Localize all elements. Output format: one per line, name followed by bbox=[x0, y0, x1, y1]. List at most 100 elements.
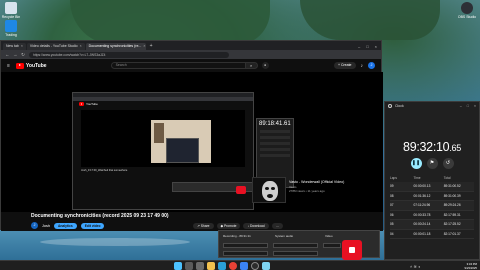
video-title: Documenting synchronicities (record 2025… bbox=[31, 213, 169, 219]
eye-shape bbox=[271, 187, 275, 190]
recording-status: Recording - 89:31:11 bbox=[223, 234, 251, 238]
tab-youtube-studio[interactable]: Video details - YouTube Studio × bbox=[26, 43, 85, 50]
explorer-icon[interactable] bbox=[207, 262, 215, 270]
forward-icon[interactable]: → bbox=[13, 52, 18, 57]
tab-new-tab[interactable]: New tab × bbox=[3, 43, 26, 50]
nested-lap-row bbox=[260, 130, 290, 133]
tab-label: Documenting synchronicities (re... bbox=[88, 44, 142, 48]
recommended-thumbnail[interactable] bbox=[252, 177, 286, 203]
pause-button[interactable]: ❚❚ bbox=[410, 158, 422, 169]
task-view-icon[interactable] bbox=[196, 262, 204, 270]
analytics-button[interactable]: Analytics bbox=[54, 222, 77, 229]
laps-col-header: Total bbox=[443, 176, 451, 180]
nested-door bbox=[154, 123, 164, 143]
search-icon[interactable] bbox=[185, 262, 193, 270]
level-meter bbox=[223, 251, 268, 256]
chrome-icon[interactable] bbox=[229, 262, 237, 270]
tab-video[interactable]: Documenting synchronicities (re... × bbox=[85, 43, 146, 50]
create-button[interactable]: + Create bbox=[333, 62, 356, 69]
edge-icon[interactable] bbox=[218, 262, 226, 270]
youtube-header: ≡ YouTube Search ⌕ ● + Create ♪ J bbox=[1, 59, 381, 72]
channel-avatar[interactable]: J bbox=[31, 222, 38, 229]
maximize-button[interactable]: □ bbox=[366, 43, 368, 50]
lap-button[interactable]: ⚑ bbox=[426, 158, 438, 169]
mic-icon[interactable]: ● bbox=[261, 62, 269, 69]
laps-body: 09 00:00:00.13 89:31:00.52 08 00:01:36.12 89… bbox=[390, 182, 474, 239]
nested-youtube-header: YouTube bbox=[73, 101, 253, 107]
share-button[interactable]: ↗ Share bbox=[193, 222, 214, 229]
taskbar-clock[interactable]: 3:34 PM 9/23/2025 bbox=[465, 262, 477, 270]
system-tray[interactable]: ˄ ≋ ◖ bbox=[410, 264, 420, 269]
stopwatch-main: 89:32:10 bbox=[403, 140, 450, 154]
lap-row: 09 00:00:00.13 89:31:00.52 bbox=[390, 182, 474, 192]
nested-lap-row bbox=[260, 148, 290, 151]
close-window-button[interactable]: × bbox=[375, 43, 377, 50]
search-input[interactable]: Search bbox=[110, 62, 246, 69]
maximize-button[interactable]: □ bbox=[467, 104, 469, 108]
lap-row: 06 00:00:33.78 82:17:59.31 bbox=[390, 211, 474, 220]
logo-text: YouTube bbox=[25, 62, 47, 69]
close-icon[interactable]: × bbox=[80, 44, 82, 48]
reset-icon: ↺ bbox=[445, 160, 451, 166]
nested-record-button bbox=[236, 186, 246, 194]
tab-label: Video details - YouTube Studio bbox=[29, 44, 78, 48]
level-meter bbox=[323, 243, 341, 248]
desktop-icon-obs-studio[interactable]: OBS Studio bbox=[456, 2, 478, 19]
obs-taskbar-icon[interactable] bbox=[251, 262, 259, 270]
chevron-up-icon[interactable]: ˄ bbox=[410, 264, 412, 269]
more-button[interactable]: … bbox=[271, 222, 283, 229]
share-label: Share bbox=[200, 223, 210, 228]
system-audio-toggle[interactable]: System audio bbox=[273, 232, 293, 240]
nested-logo-text: YouTube bbox=[86, 102, 98, 106]
level-meter bbox=[223, 243, 268, 248]
edit-video-button[interactable]: Edit video bbox=[80, 222, 105, 229]
close-window-button[interactable]: × bbox=[474, 104, 476, 108]
start-icon[interactable] bbox=[174, 262, 182, 270]
recommended-info[interactable]: Vasto - Wonderwall (Official Video) Vast… bbox=[289, 180, 359, 194]
channel-name[interactable]: Josh bbox=[42, 224, 50, 228]
video-info: Documenting synchronicities (record 2025… bbox=[1, 212, 383, 231]
close-icon[interactable]: × bbox=[143, 44, 145, 48]
trading-app-icon bbox=[5, 20, 17, 32]
address-bar-row: ← → ↻ https://www.youtube.com/watch?v=L7… bbox=[1, 50, 381, 59]
video-toggle[interactable]: Video bbox=[323, 232, 333, 240]
search-button[interactable]: ⌕ bbox=[245, 62, 258, 69]
minimize-button[interactable]: – bbox=[358, 43, 360, 50]
nested-room-scene bbox=[151, 120, 211, 163]
lap-row: 07 07:11:24.96 89:29:24.26 bbox=[390, 201, 474, 211]
clock-taskbar-icon[interactable] bbox=[262, 262, 270, 270]
stop-recording-button[interactable] bbox=[342, 240, 362, 260]
reset-button[interactable]: ↺ bbox=[442, 158, 454, 169]
desktop-icon-recycle-bin[interactable]: Recycle Bin bbox=[0, 2, 22, 19]
pause-icon: ❚❚ bbox=[411, 160, 421, 166]
wallpaper-foam bbox=[40, 238, 190, 246]
store-icon[interactable] bbox=[240, 262, 248, 270]
window-controls: – □ × bbox=[358, 43, 381, 50]
youtube-play-icon bbox=[79, 102, 84, 106]
tab-strip: New tab × Video details - YouTube Studio ×… bbox=[1, 41, 381, 50]
new-tab-button[interactable]: + bbox=[147, 43, 156, 50]
avatar[interactable]: J bbox=[368, 62, 375, 69]
level-meter bbox=[273, 243, 318, 248]
download-button[interactable]: ↓ Download bbox=[243, 222, 269, 229]
wifi-icon[interactable]: ≋ bbox=[413, 264, 416, 269]
minimize-button[interactable]: – bbox=[460, 104, 462, 108]
notifications-icon[interactable]: ♪ bbox=[361, 63, 364, 69]
reload-icon[interactable]: ↻ bbox=[21, 52, 25, 58]
create-label: Create bbox=[340, 63, 352, 67]
volume-icon[interactable]: ◖ bbox=[418, 264, 420, 269]
face-image bbox=[262, 181, 278, 201]
menu-icon[interactable]: ≡ bbox=[7, 63, 10, 69]
taskbar-apps bbox=[174, 262, 270, 270]
promote-button[interactable]: ◆ Promote bbox=[216, 222, 241, 229]
taskbar: ˄ ≋ ◖ 3:34 PM 9/23/2025 bbox=[0, 260, 480, 270]
close-icon[interactable]: × bbox=[21, 44, 23, 48]
youtube-logo[interactable]: YouTube bbox=[15, 62, 47, 69]
level-meter bbox=[273, 251, 318, 256]
desktop-icon-label: Trading bbox=[5, 33, 17, 37]
back-icon[interactable]: ← bbox=[5, 52, 10, 57]
stopwatch-time: 89:32:10.65 bbox=[385, 140, 479, 154]
desktop-icon-trading[interactable]: Trading bbox=[0, 20, 22, 37]
url-input[interactable]: https://www.youtube.com/watch?v=L7-JWS3a… bbox=[29, 51, 229, 58]
lap-row: 08 00:01:36.12 89:31:00.39 bbox=[390, 192, 474, 201]
